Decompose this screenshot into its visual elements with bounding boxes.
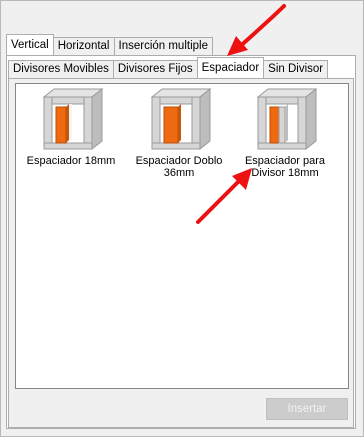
double-spacer-cabinet-icon: [150, 87, 212, 151]
item-list-view[interactable]: Espaciador 18mm Espaciador Doblo 36mm Es…: [15, 83, 349, 389]
tab-divisores-movibles[interactable]: Divisores Movibles: [8, 60, 114, 78]
item-label: Espaciador Doblo 36mm: [135, 155, 223, 179]
tab-insercion-multiple[interactable]: Inserción multiple: [113, 37, 213, 55]
annotation-arrow-icon: [227, 4, 286, 56]
item-label: Espaciador para Divisor 18mm: [244, 155, 326, 179]
list-item-espaciador-doblo-36mm[interactable]: Espaciador Doblo 36mm: [124, 87, 234, 179]
tab-sin-divisor[interactable]: Sin Divisor: [263, 60, 329, 78]
item-label: Espaciador 18mm: [26, 155, 116, 167]
tab-espaciador[interactable]: Espaciador: [196, 57, 265, 78]
tab-horizontal[interactable]: Horizontal: [52, 37, 115, 55]
inner-tab-strip: Divisores Movibles Divisores Fijos Espac…: [8, 57, 329, 78]
tab-divisores-fijos[interactable]: Divisores Fijos: [112, 60, 198, 78]
divider-spacer-cabinet-icon: [256, 87, 318, 151]
insertar-button[interactable]: Insertar: [266, 398, 348, 420]
list-item-espaciador-18mm[interactable]: Espaciador 18mm: [16, 87, 126, 167]
spacer-cabinet-icon: [42, 87, 104, 151]
tab-vertical[interactable]: Vertical: [6, 34, 54, 55]
list-item-espaciador-para-divisor-18mm[interactable]: Espaciador para Divisor 18mm: [230, 87, 340, 179]
outer-tab-strip: Vertical Horizontal Inserción multiple: [6, 34, 213, 55]
